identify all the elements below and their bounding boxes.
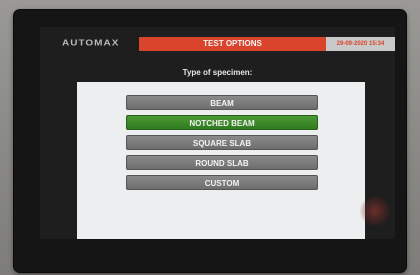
page-title: TEST OPTIONS: [139, 37, 326, 51]
light-reflection: [360, 196, 390, 226]
option-round-slab-button[interactable]: ROUND SLAB: [126, 155, 318, 170]
option-square-slab-button[interactable]: SQUARE SLAB: [126, 135, 318, 150]
option-beam-button[interactable]: BEAM: [126, 95, 318, 110]
bottom-strip: [40, 239, 395, 247]
datetime-display: 29-09-2020 15:34: [326, 37, 395, 51]
brand-logo: AUTOMAX: [62, 39, 120, 48]
header-bar: AUTOMAX TEST OPTIONS 29-09-2020 15:34: [40, 37, 395, 51]
device-screen: AUTOMAX TEST OPTIONS 29-09-2020 15:34 Ty…: [40, 27, 395, 247]
options-panel: BEAM NOTCHED BEAM SQUARE SLAB ROUND SLAB…: [77, 82, 365, 239]
option-notched-beam-button[interactable]: NOTCHED BEAM: [126, 115, 318, 130]
option-custom-button[interactable]: CUSTOM: [126, 175, 318, 190]
specimen-prompt: Type of specimen:: [182, 68, 253, 77]
